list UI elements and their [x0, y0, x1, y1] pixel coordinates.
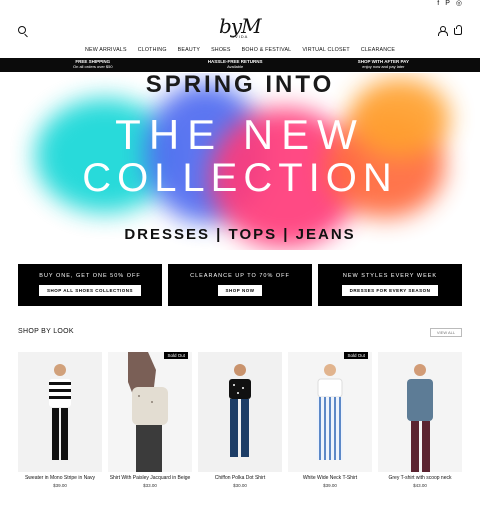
main-nav: NEW ARRIVALS CLOTHING BEAUTY SHOES BOHO … [0, 47, 480, 53]
promo-returns: HASSLE-FREE RETURNS Available [207, 59, 263, 69]
model-image [288, 352, 372, 472]
product-price: $43.00 [413, 483, 427, 488]
promo-afterpay: SHOP WITH AFTER PAY enjoy now and pay lat… [357, 59, 409, 69]
sold-out-badge: Sold Out [164, 352, 188, 359]
product-image[interactable] [378, 352, 462, 472]
hero-banner[interactable]: SPRING INTO THE NEW COLLECTION DRESSES |… [0, 73, 480, 250]
social-links: f P ◎ [437, 0, 462, 8]
dresses-button[interactable]: DRESSES FOR EVERY SEASON [341, 285, 439, 296]
nav-boho-festival[interactable]: BOHO & FESTIVAL [242, 47, 292, 53]
product-card[interactable]: Sold Out White Wide Neck T-Shirt $39.00 [288, 352, 372, 507]
nav-clothing[interactable]: CLOTHING [138, 47, 167, 53]
model-image [378, 352, 462, 472]
product-price: $30.00 [233, 483, 247, 488]
product-image[interactable] [198, 352, 282, 472]
logo[interactable]: byM AVIDA [219, 14, 262, 48]
product-price: $39.00 [53, 483, 67, 488]
nav-beauty[interactable]: BEAUTY [178, 47, 200, 53]
cta-bogo: BUY ONE, GET ONE 50% OFF SHOP ALL SHOES … [18, 264, 162, 306]
product-name[interactable]: Grey T-shirt with scoop neck [378, 475, 462, 481]
product-card[interactable]: Sold Out Shirt With Paisley Jacquard in … [108, 352, 192, 507]
product-image[interactable] [18, 352, 102, 472]
model-image [108, 352, 192, 472]
promo-bar: FREE SHIPPING On all orders over $50 HASS… [0, 58, 480, 72]
cta-clearance: CLEARANCE UP TO 70% OFF SHOP NOW [168, 264, 312, 306]
shop-now-button[interactable]: SHOP NOW [217, 285, 263, 296]
cta-title: NEW STYLES EVERY WEEK [342, 273, 438, 279]
product-name[interactable]: Shirt With Paisley Jacquard in Beige [108, 475, 192, 481]
product-name[interactable]: White Wide Neck T-Shirt [288, 475, 372, 481]
product-card[interactable]: Chiffon Polka Dot Shirt $30.00 [198, 352, 282, 507]
product-name[interactable]: Sweater in Mono Stripe in Navy [18, 475, 102, 481]
product-card[interactable]: Sweater in Mono Stripe in Navy $39.00 [18, 352, 102, 507]
shop-shoes-button[interactable]: SHOP ALL SHOES COLLECTIONS [39, 285, 141, 296]
view-all-button[interactable]: VIEW ALL [430, 328, 462, 337]
section-title: SHOP BY LOOK [18, 328, 74, 335]
cta-row: BUY ONE, GET ONE 50% OFF SHOP ALL SHOES … [18, 264, 462, 306]
product-price: $33.00 [143, 483, 157, 488]
product-image[interactable]: Sold Out [288, 352, 372, 472]
hero-heading-3: COLLECTION [82, 156, 398, 200]
cta-new-styles: NEW STYLES EVERY WEEK DRESSES FOR EVERY … [318, 264, 462, 306]
promo-shipping: FREE SHIPPING On all orders over $50 [73, 59, 113, 69]
pinterest-icon[interactable]: P [445, 0, 450, 8]
product-name[interactable]: Chiffon Polka Dot Shirt [198, 475, 282, 481]
nav-shoes[interactable]: SHOES [211, 47, 231, 53]
nav-virtual-closet[interactable]: VIRTUAL CLOSET [302, 47, 350, 53]
cart-icon[interactable] [454, 25, 462, 35]
hero-heading-2: THE NEW [115, 111, 365, 158]
site-header: byM AVIDA [0, 10, 480, 46]
nav-new-arrivals[interactable]: NEW ARRIVALS [85, 47, 127, 53]
model-image [18, 352, 102, 472]
product-image[interactable]: Sold Out [108, 352, 192, 472]
user-icon[interactable] [438, 26, 448, 36]
hero-categories: DRESSES | TOPS | JEANS [124, 226, 356, 243]
page: f P ◎ byM AVIDA NEW ARRIVALS CLOTHING BE… [0, 0, 480, 515]
instagram-icon[interactable]: ◎ [456, 0, 462, 8]
logo-mark: byM [219, 14, 262, 38]
search-icon[interactable] [18, 26, 26, 34]
sold-out-badge: Sold Out [344, 352, 368, 359]
facebook-icon[interactable]: f [437, 0, 439, 8]
nav-clearance[interactable]: CLEARANCE [361, 47, 395, 53]
product-grid: Sweater in Mono Stripe in Navy $39.00 So… [18, 352, 462, 507]
cta-title: BUY ONE, GET ONE 50% OFF [39, 273, 141, 279]
model-image [198, 352, 282, 472]
cta-title: CLEARANCE UP TO 70% OFF [190, 273, 290, 279]
product-price: $39.00 [323, 483, 337, 488]
product-card[interactable]: Grey T-shirt with scoop neck $43.00 [378, 352, 462, 507]
hero-heading-1: SPRING INTO [145, 73, 335, 98]
